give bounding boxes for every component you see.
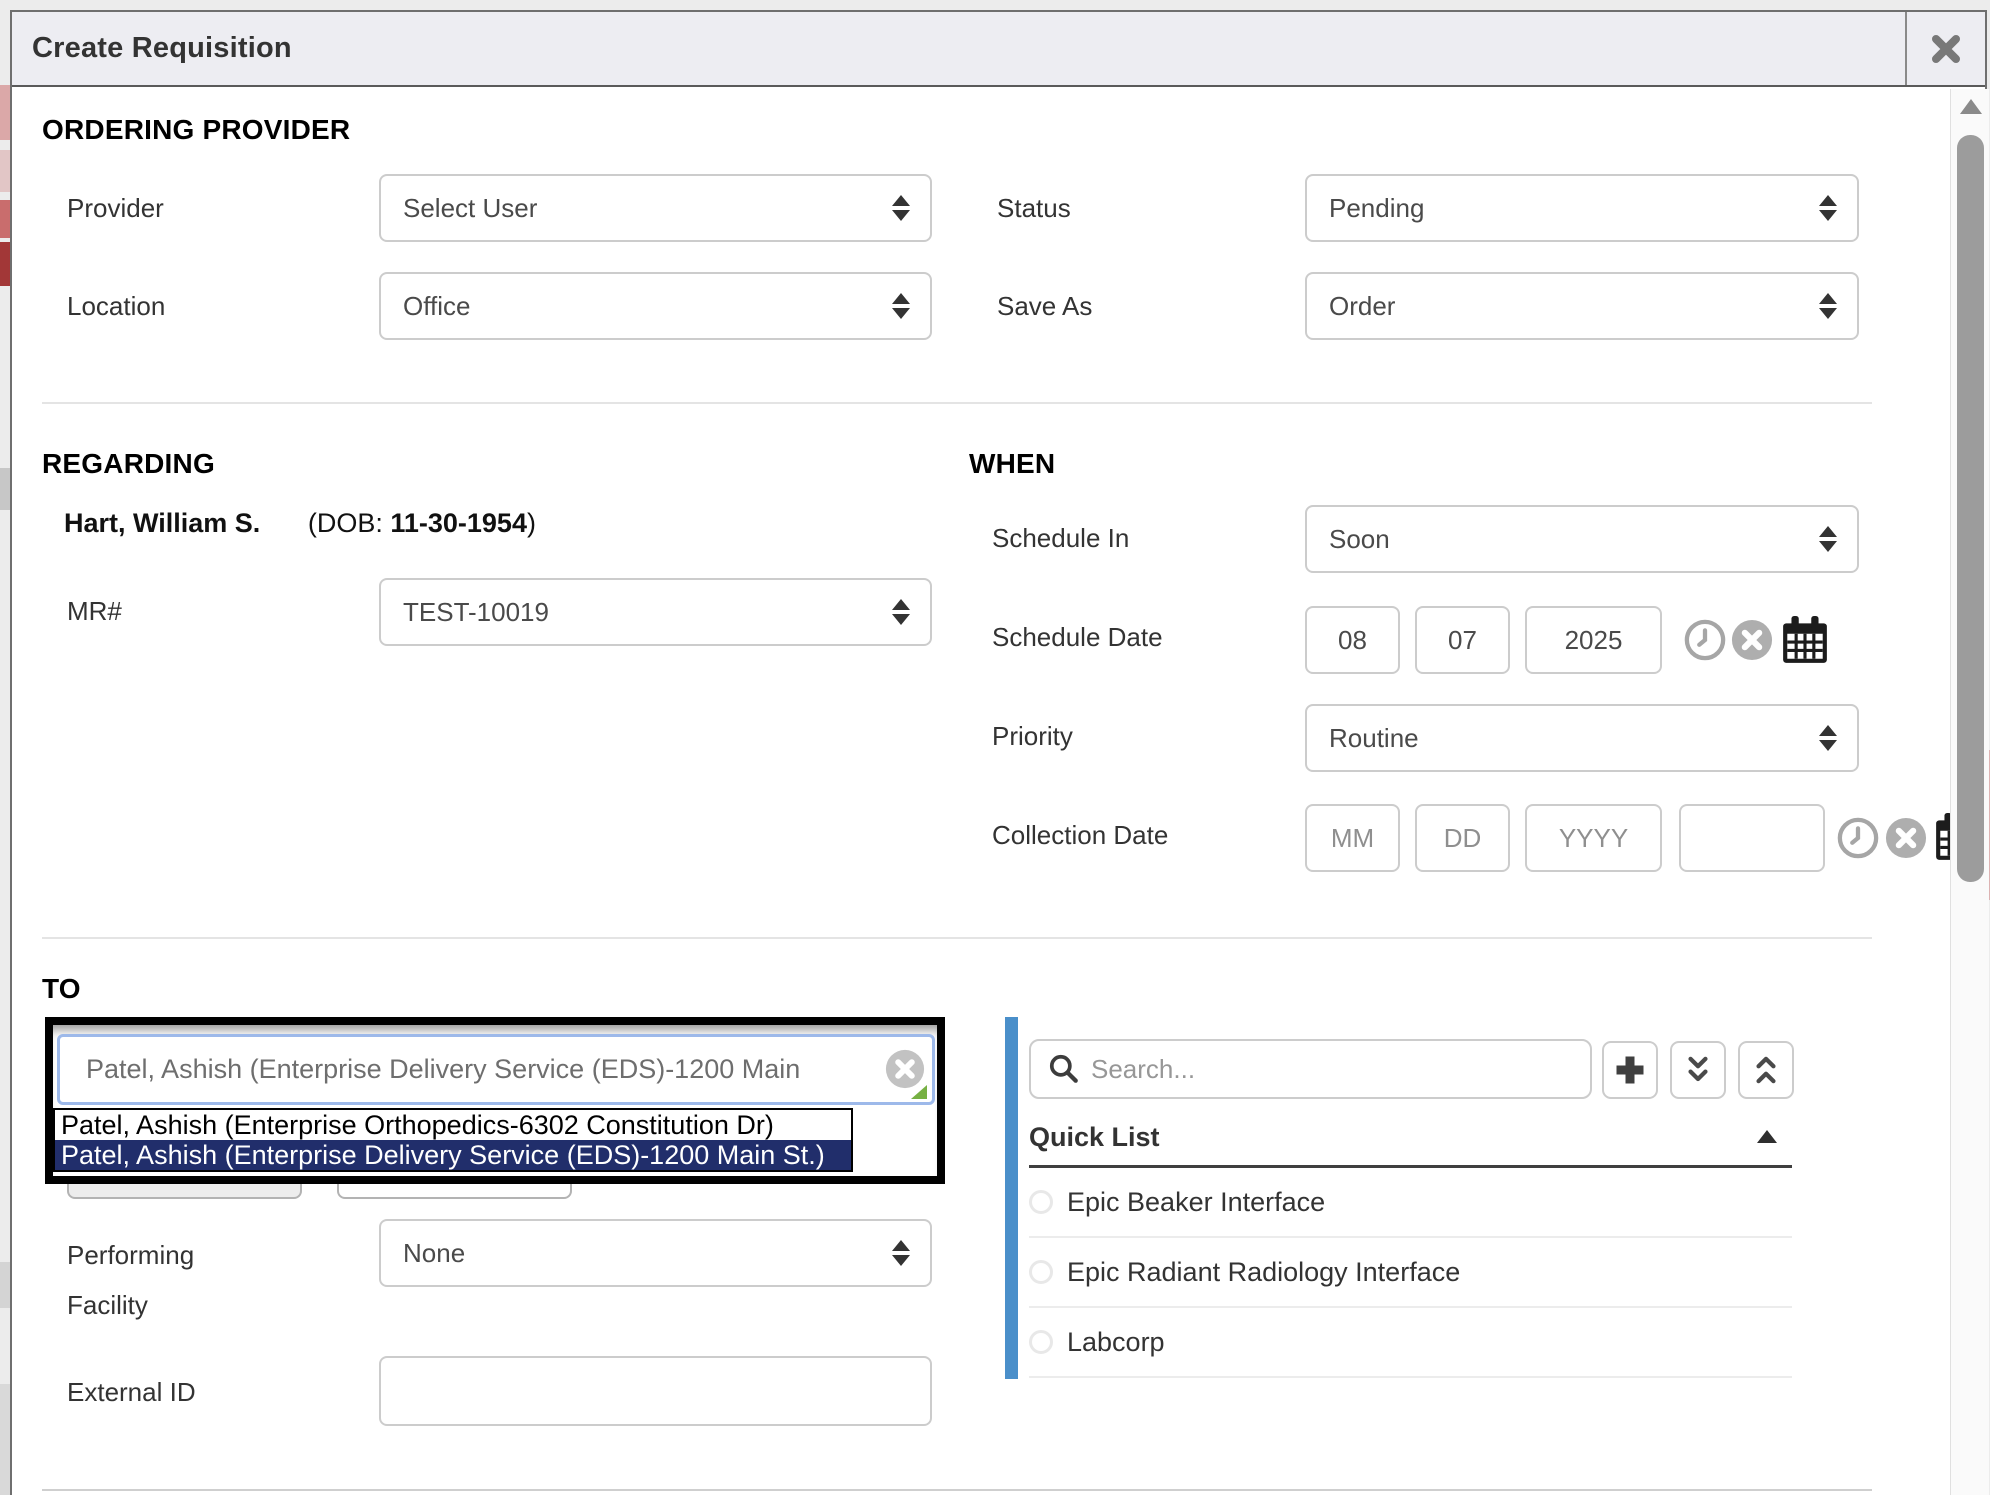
radio-icon[interactable] xyxy=(1029,1330,1053,1354)
radio-icon[interactable] xyxy=(1029,1260,1053,1284)
location-label: Location xyxy=(67,291,165,322)
schedule-year-input[interactable] xyxy=(1525,606,1662,674)
mr-select[interactable]: TEST-10019 xyxy=(379,578,932,646)
external-id-label: External ID xyxy=(67,1377,196,1408)
select-arrows-icon xyxy=(1819,195,1837,221)
suggestion-item-selected[interactable]: Patel, Ashish (Enterprise Delivery Servi… xyxy=(55,1140,851,1170)
priority-select[interactable]: Routine xyxy=(1305,704,1859,772)
schedule-date-label: Schedule Date xyxy=(992,622,1163,653)
divider xyxy=(42,1489,1872,1491)
schedule-in-select[interactable]: Soon xyxy=(1305,505,1859,573)
provider-label: Provider xyxy=(67,193,164,224)
collapse-triangle-icon[interactable] xyxy=(1757,1130,1777,1143)
clock-icon[interactable] xyxy=(1684,619,1726,661)
panel-accent-bar xyxy=(1005,1017,1018,1379)
resize-handle-icon[interactable] xyxy=(911,1085,927,1099)
patient-name: Hart, William S. xyxy=(64,508,260,538)
calendar-icon[interactable] xyxy=(1780,615,1830,665)
priority-label: Priority xyxy=(992,721,1073,752)
external-id-input[interactable] xyxy=(379,1356,932,1426)
schedule-month-input[interactable] xyxy=(1305,606,1400,674)
close-button[interactable] xyxy=(1905,12,1985,85)
quick-list-heading: Quick List xyxy=(1029,1122,1160,1153)
clear-circle-icon[interactable] xyxy=(1885,817,1927,859)
dialog-titlebar: Create Requisition xyxy=(12,12,1985,87)
directory-search xyxy=(1029,1039,1592,1099)
background-fragment xyxy=(0,1262,10,1308)
patient-dob: 11-30-1954 xyxy=(390,508,527,538)
select-arrows-icon xyxy=(892,1240,910,1266)
provider-select[interactable]: Select User xyxy=(379,174,932,242)
collection-year-input[interactable] xyxy=(1525,804,1662,872)
quick-list-item[interactable]: Epic Radiant Radiology Interface xyxy=(1029,1238,1792,1308)
location-select[interactable]: Office xyxy=(379,272,932,340)
quick-list-item[interactable]: Labcorp xyxy=(1029,1308,1792,1378)
dob-suffix: ) xyxy=(527,508,536,538)
double-chevron-up-icon xyxy=(1749,1053,1783,1087)
save-as-label: Save As xyxy=(997,291,1092,322)
search-icon xyxy=(1047,1052,1081,1086)
select-arrows-icon xyxy=(1819,725,1837,751)
search-input[interactable] xyxy=(1091,1054,1590,1085)
select-arrows-icon xyxy=(892,599,910,625)
background-fragment xyxy=(0,1384,10,1495)
collection-day-input[interactable] xyxy=(1415,804,1510,872)
create-requisition-dialog: Create Requisition ORDERING PROVIDER Pro… xyxy=(10,10,1987,1495)
recipient-suggestion-list: Patel, Ashish (Enterprise Orthopedics-63… xyxy=(53,1108,853,1172)
status-label: Status xyxy=(997,193,1071,224)
collection-date-label: Collection Date xyxy=(992,820,1168,851)
dob-prefix: (DOB: xyxy=(308,508,391,538)
page: Create Requisition ORDERING PROVIDER Pro… xyxy=(0,0,1990,1495)
mr-label: MR# xyxy=(67,596,122,627)
background-fragment xyxy=(0,85,10,140)
performing-facility-select[interactable]: None xyxy=(379,1219,932,1287)
annotation-highlight-box: Patel, Ashish (Enterprise Orthopedics-63… xyxy=(45,1017,945,1184)
section-heading-to: TO xyxy=(42,973,81,1005)
select-arrows-icon xyxy=(892,293,910,319)
obscured-button-fragment[interactable] xyxy=(67,1184,302,1199)
scroll-up-icon[interactable] xyxy=(1960,99,1982,114)
status-select[interactable]: Pending xyxy=(1305,174,1859,242)
recipient-search-input[interactable] xyxy=(57,1034,935,1105)
section-heading-ordering-provider: ORDERING PROVIDER xyxy=(42,114,350,146)
background-fragment xyxy=(0,242,10,286)
divider xyxy=(42,937,1872,939)
schedule-in-label: Schedule In xyxy=(992,523,1129,554)
background-fragment xyxy=(0,150,10,192)
collapse-all-button[interactable] xyxy=(1738,1041,1794,1099)
collection-month-input[interactable] xyxy=(1305,804,1400,872)
scrollbar-thumb[interactable] xyxy=(1957,135,1984,882)
background-fragment xyxy=(0,200,10,238)
suggestion-item[interactable]: Patel, Ashish (Enterprise Orthopedics-63… xyxy=(55,1110,851,1140)
select-arrows-icon xyxy=(1819,526,1837,552)
input-clear-icon[interactable] xyxy=(885,1049,925,1089)
close-icon xyxy=(1930,33,1962,65)
clock-icon[interactable] xyxy=(1837,817,1879,859)
expand-all-button[interactable] xyxy=(1670,1041,1726,1099)
section-heading-regarding: REGARDING xyxy=(42,448,215,480)
obscured-button-fragment[interactable] xyxy=(337,1184,572,1199)
performing-facility-label: Performing Facility xyxy=(67,1230,247,1330)
scrollbar[interactable] xyxy=(1950,89,1989,1495)
dialog-title: Create Requisition xyxy=(12,32,292,65)
quick-list-item[interactable]: Epic Beaker Interface xyxy=(1029,1168,1792,1238)
divider xyxy=(42,402,1872,404)
select-arrows-icon xyxy=(1819,293,1837,319)
double-chevron-down-icon xyxy=(1681,1053,1715,1087)
collection-time-input[interactable] xyxy=(1679,804,1825,872)
save-as-select[interactable]: Order xyxy=(1305,272,1859,340)
background-fragment xyxy=(0,468,10,510)
add-button[interactable] xyxy=(1602,1041,1658,1099)
schedule-day-input[interactable] xyxy=(1415,606,1510,674)
section-heading-when: WHEN xyxy=(969,448,1055,480)
select-arrows-icon xyxy=(892,195,910,221)
plus-icon xyxy=(1612,1052,1648,1088)
patient-line: Hart, William S. (DOB: 11-30-1954) xyxy=(64,508,536,539)
clear-circle-icon[interactable] xyxy=(1731,619,1773,661)
radio-icon[interactable] xyxy=(1029,1190,1053,1214)
